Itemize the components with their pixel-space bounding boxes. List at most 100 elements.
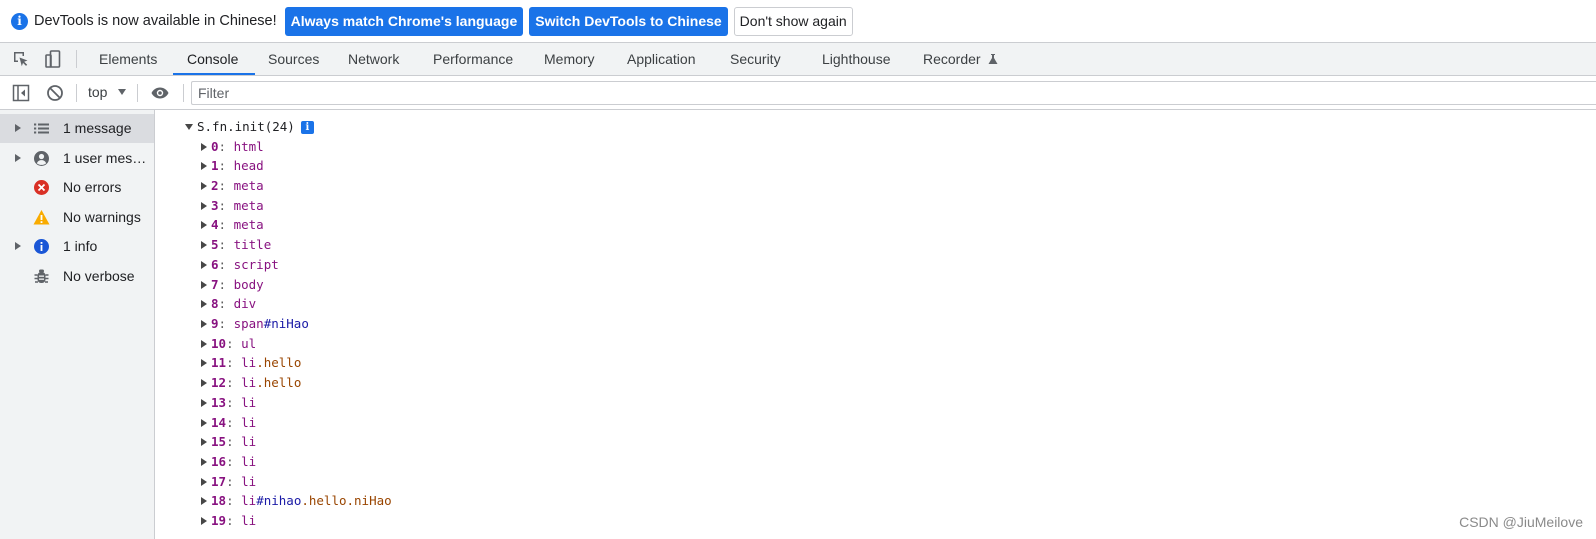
tab-security[interactable]: Security [730, 43, 781, 75]
element-tag: li [241, 513, 257, 529]
property-row[interactable]: 18: li#nihao.hello.niHao [201, 491, 392, 511]
property-row[interactable]: 16: li [201, 452, 256, 472]
sidebar-item-label: 1 message [63, 120, 132, 136]
property-row[interactable]: 2: meta [201, 176, 264, 196]
property-row[interactable]: 15: li [201, 432, 256, 452]
property-key: 17 [211, 473, 227, 489]
expand-arrow-icon[interactable] [15, 153, 21, 162]
property-row[interactable]: 7: body [201, 275, 264, 295]
expand-arrow-icon[interactable] [201, 319, 207, 328]
property-row[interactable]: 11: li.hello [201, 353, 301, 373]
colon: : [218, 315, 234, 331]
expand-arrow-icon[interactable] [15, 242, 21, 250]
expand-arrow-icon[interactable] [201, 162, 207, 171]
device-toolbar-icon[interactable] [43, 49, 63, 69]
expand-arrow-icon[interactable] [201, 280, 207, 289]
logged-object-root[interactable]: S.fn.init(24) i [185, 117, 314, 136]
tab-network[interactable]: Network [348, 43, 399, 75]
expand-arrow-icon[interactable] [201, 477, 207, 486]
property-row[interactable]: 19: li [201, 511, 256, 531]
element-tag: meta [233, 177, 264, 193]
clear-console-icon[interactable] [45, 83, 65, 103]
property-row[interactable]: 4: meta [201, 215, 264, 235]
show-sidebar-icon[interactable] [11, 83, 31, 103]
property-row[interactable]: 9: span#niHao [201, 314, 309, 334]
expand-arrow-icon[interactable] [201, 379, 207, 388]
dont-show-again-button[interactable]: Don't show again [733, 6, 853, 36]
console-filter-input[interactable] [191, 81, 1596, 105]
property-row[interactable]: 12: li.hello [201, 373, 301, 393]
live-expression-eye-icon[interactable] [150, 83, 170, 103]
property-row[interactable]: 3: meta [201, 196, 264, 216]
sidebar-item-label: No verbose [63, 267, 135, 284]
tab-sources[interactable]: Sources [268, 43, 319, 75]
tab-elements[interactable]: Elements [99, 43, 157, 75]
expand-arrow-icon[interactable] [15, 124, 21, 132]
switch-to-chinese-button[interactable]: Switch DevTools to Chinese [529, 6, 728, 36]
colon: : [218, 237, 234, 253]
expand-arrow-icon[interactable] [201, 221, 207, 230]
collapse-arrow-icon[interactable] [185, 124, 193, 130]
info-badge-icon[interactable]: i [300, 121, 314, 134]
expand-arrow-icon[interactable] [201, 300, 207, 309]
chevron-down-icon[interactable] [118, 89, 126, 95]
expand-arrow-icon[interactable] [201, 517, 207, 526]
sidebar-item-errors[interactable]: No errors [0, 173, 154, 202]
element-tag: html [233, 138, 264, 154]
property-row[interactable]: 5: title [201, 235, 271, 255]
tab-lighthouse[interactable]: Lighthouse [822, 43, 891, 75]
bug-icon [34, 269, 49, 283]
property-row[interactable]: 8: div [201, 294, 256, 314]
property-row[interactable]: 14: li [201, 413, 256, 433]
console-toolbar: top [0, 76, 1596, 110]
expand-arrow-icon[interactable] [201, 241, 207, 250]
expand-arrow-icon[interactable] [201, 359, 207, 368]
sidebar-item-messages[interactable]: 1 message [0, 114, 154, 143]
sidebar-item-label: 1 info [63, 238, 98, 254]
inspect-element-icon[interactable] [11, 49, 31, 69]
property-key: 1 [211, 158, 219, 174]
colon: : [226, 493, 242, 509]
property-row[interactable]: 6: script [201, 255, 279, 275]
tab-memory[interactable]: Memory [544, 43, 595, 75]
expand-arrow-icon[interactable] [201, 339, 207, 348]
property-row[interactable]: 0: html [201, 137, 264, 157]
property-key: 14 [211, 414, 227, 430]
sidebar-item-user-messages[interactable]: 1 user mess… [0, 144, 154, 173]
toolbar-divider [76, 50, 77, 68]
tab-recorder[interactable]: Recorder [923, 43, 999, 75]
panel-tab-bar: Elements Console Sources Network Perform… [0, 43, 1596, 76]
property-row[interactable]: 10: ul [201, 334, 256, 354]
property-key: 9 [211, 315, 219, 331]
sidebar-item-verbose[interactable]: No verbose [0, 262, 154, 291]
match-language-button[interactable]: Always match Chrome's language [284, 6, 524, 36]
expand-arrow-icon[interactable] [201, 260, 207, 269]
property-row[interactable]: 17: li [201, 472, 256, 492]
property-row[interactable]: 1: head [201, 156, 264, 176]
expand-arrow-icon[interactable] [201, 201, 207, 210]
tab-console[interactable]: Console [187, 43, 238, 75]
property-key: 18 [211, 493, 227, 509]
user-icon [34, 150, 49, 166]
context-selector[interactable]: top [88, 76, 107, 109]
property-row[interactable]: 13: li [201, 393, 256, 413]
expand-arrow-icon[interactable] [201, 181, 207, 190]
expand-arrow-icon[interactable] [201, 418, 207, 427]
expand-arrow-icon[interactable] [201, 438, 207, 447]
sidebar-item-warnings[interactable]: No warnings [0, 203, 154, 232]
colon: : [226, 355, 242, 371]
element-tag: li [241, 355, 257, 371]
expand-arrow-icon[interactable] [201, 398, 207, 407]
colon: : [218, 296, 234, 312]
tab-performance[interactable]: Performance [433, 43, 513, 75]
expand-arrow-icon[interactable] [201, 458, 207, 467]
sidebar-item-info[interactable]: 1 info [0, 232, 154, 261]
element-tag: li [241, 414, 257, 430]
element-tag: li [241, 454, 257, 470]
expand-arrow-icon[interactable] [201, 497, 207, 506]
property-key: 2 [211, 177, 219, 193]
expand-arrow-icon[interactable] [201, 142, 207, 151]
element-tag: title [233, 237, 272, 253]
colon: : [226, 454, 242, 470]
tab-application[interactable]: Application [627, 43, 696, 75]
